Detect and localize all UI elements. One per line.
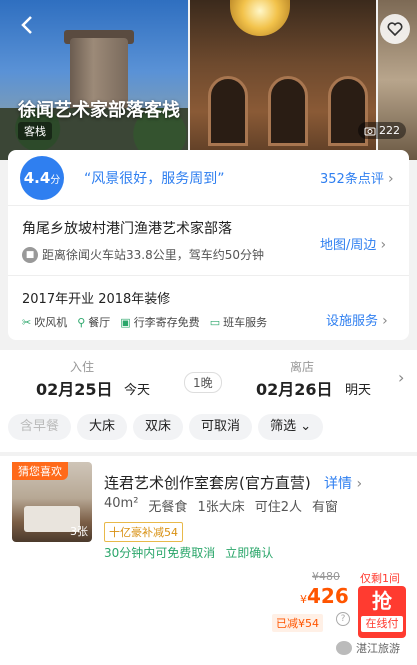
instant-confirm: 立即确认 [225,546,274,560]
room-window: 有窗 [312,500,339,515]
room-detail-link[interactable]: 详情 › [324,473,362,493]
facility-item: ✂ 吹风机 [22,314,67,330]
checkout-date[interactable]: 02月26日 [256,376,333,400]
map-surroundings-link[interactable]: 地图/周边 › [320,234,386,253]
room-photo-count: 3张 [70,525,88,538]
review-row[interactable]: 4.4分 “风景很好，服务周到” 352条点评 › [8,150,409,206]
room-filter-bar: 含早餐 大床 双床 可取消 筛选 ⌄ [0,410,417,452]
arch-shape [268,76,308,146]
facility-label: 餐厅 [88,316,111,329]
hotel-type-tag: 客栈 [18,122,52,140]
arch-shape [208,76,248,146]
payment-type-label: 在线付 [361,616,403,632]
hotel-name: 徐闻艺术家部落客栈 [18,100,180,121]
rating-unit: 分 [50,175,61,186]
room-bed: 1张大床 [197,500,245,515]
watermark-text: 湛江旅游 [356,642,400,655]
restaurant-icon: ⚲ [77,315,86,329]
checkin-day: 今天 [124,383,151,398]
back-button[interactable] [12,14,42,44]
room-name: 连君艺术创作室套房(官方直营) [104,474,311,492]
filter-cancellable[interactable]: 可取消 [189,414,253,440]
question-icon[interactable]: ? [336,612,350,626]
facility-item: ▣ 行李寄存免费 [120,314,199,330]
nights-count: 1晚 [184,372,222,393]
booking-policy: 30分钟内可免费取消 立即确认 [104,544,273,561]
chevron-down-icon: ⌄ [300,419,312,434]
hotel-address: 角尾乡放坡村港门渔港艺术家部落 [22,221,232,237]
checkout-caption: 离店 [290,360,315,374]
review-quote: “风景很好，服务周到” [84,171,225,187]
room-capacity: 可住2人 [254,500,302,515]
distance-text: 距离徐闻火车站33.8公里，驾车约50分钟 [42,248,264,262]
chevron-right-icon: › [387,171,394,187]
review-count-link[interactable]: 352条点评 › [320,168,394,187]
filter-breakfast[interactable]: 含早餐 [8,414,72,440]
room-meal: 无餐食 [148,500,188,515]
facility-label: 班车服务 [223,316,268,329]
hotel-info-card: 4.4分 “风景很好，服务周到” 352条点评 › 角尾乡放坡村港门渔港艺术家部… [8,150,409,340]
currency-symbol: ¥ [300,593,307,606]
current-price: ¥426 [300,584,349,608]
facility-label: 吹风机 [34,316,68,329]
facility-list: ✂ 吹风机 ⚲ 餐厅 ▣ 行李寄存免费 ▭ 班车服务 [22,314,267,330]
opening-year: 2017年开业 2018年装修 [22,292,171,307]
rooms-left: 仅剩1间 [360,572,400,585]
facility-service-link[interactable]: 设施服务 › [326,310,388,329]
chevron-right-icon: › [380,237,387,253]
chevron-left-icon [21,16,32,34]
room-area: 40m² [104,496,139,511]
review-count-label: 352条点评 [320,172,384,187]
rating-score: 4.4 [23,169,51,187]
detail-link-label: 详情 [324,476,352,492]
facility-label: 行李寄存免费 [133,316,200,329]
book-button-label: 抢 [372,589,392,613]
checkin-date[interactable]: 02月25日 [36,376,113,400]
filter-more[interactable]: 筛选 ⌄ [258,414,324,440]
watermark: 湛江旅游 [336,640,400,656]
photo-count-label: 222 [379,124,400,137]
chevron-right-icon: › [382,313,388,329]
room-card[interactable]: 3张 猜您喜欢 连君艺术创作室套房(官方直营) 详情 › 40m² 无餐食 1张… [0,456,417,665]
hotel-interior-photo [190,0,376,160]
camera-icon [364,127,376,135]
service-link-label: 设施服务 [326,314,379,329]
cancel-policy: 30分钟内可免费取消 [104,546,216,560]
filter-king-bed[interactable]: 大床 [77,414,128,440]
luggage-icon: ▣ [120,315,131,329]
date-selector[interactable]: 入住 02月25日 今天 1晚 离店 02月26日 明天 › [0,350,417,410]
heart-icon [387,22,403,36]
checkout-day: 明天 [345,383,372,398]
chevron-right-icon[interactable]: › [398,368,404,387]
facility-item: ▭ 班车服务 [210,314,267,330]
hotel-photo-gallery[interactable]: 徐闻艺术家部落客栈 客栈 222 [0,0,417,160]
book-button[interactable]: 抢 在线付 [358,586,406,638]
promo-tag: 十亿豪补减54 [104,522,183,542]
rating-score-badge: 4.4分 [20,156,64,200]
chevron-right-icon: › [356,476,363,492]
original-price: ¥480 [312,570,340,583]
train-icon: ■ [22,246,38,263]
distance-info: ■ 距离徐闻火车站33.8公里，驾车约50分钟 [22,246,264,263]
discount-tag: 已减¥54 [272,614,323,632]
shuttle-icon: ▭ [209,315,221,329]
recommend-badge: 猜您喜欢 [12,462,68,480]
facilities-row[interactable]: 2017年开业 2018年装修 ✂ 吹风机 ⚲ 餐厅 ▣ 行李寄存免费 ▭ 班车… [8,276,409,340]
chandelier-shape [230,0,290,36]
hairdryer-icon: ✂ [22,315,32,329]
filter-more-label: 筛选 [270,419,297,434]
location-row[interactable]: 角尾乡放坡村港门渔港艺术家部落 ■ 距离徐闻火车站33.8公里，驾车约50分钟 … [8,206,409,276]
room-attributes: 40m² 无餐食 1张大床 可住2人 有窗 [104,496,338,515]
wechat-icon [336,641,352,655]
facility-item: ⚲ 餐厅 [77,314,110,330]
photo-count-badge[interactable]: 222 [358,122,406,139]
hotel-detail-page: 徐闻艺术家部落客栈 客栈 222 4.4分 “风景很好，服务周到” 352条点评… [0,0,417,665]
filter-twin-bed[interactable]: 双床 [133,414,184,440]
map-link-label: 地图/周边 [320,238,377,253]
checkin-caption: 入住 [70,360,95,374]
price-value: 426 [307,584,349,608]
favorite-button[interactable] [380,14,410,44]
